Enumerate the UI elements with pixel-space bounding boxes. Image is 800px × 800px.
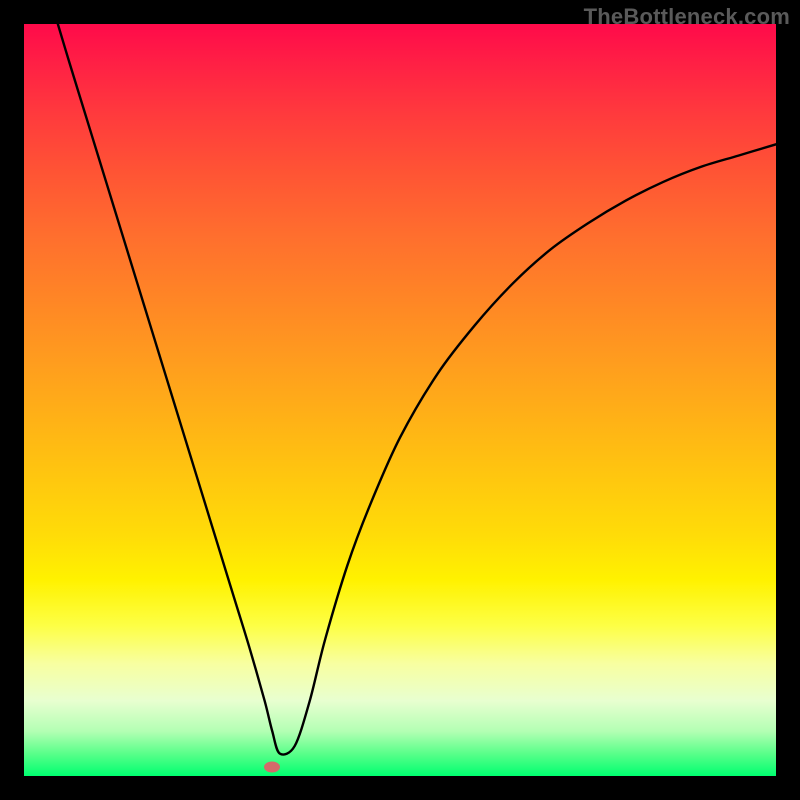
- optimum-marker: [264, 761, 280, 772]
- plot-area: [24, 24, 776, 776]
- bottleneck-curve: [24, 24, 776, 776]
- chart-container: TheBottleneck.com: [0, 0, 800, 800]
